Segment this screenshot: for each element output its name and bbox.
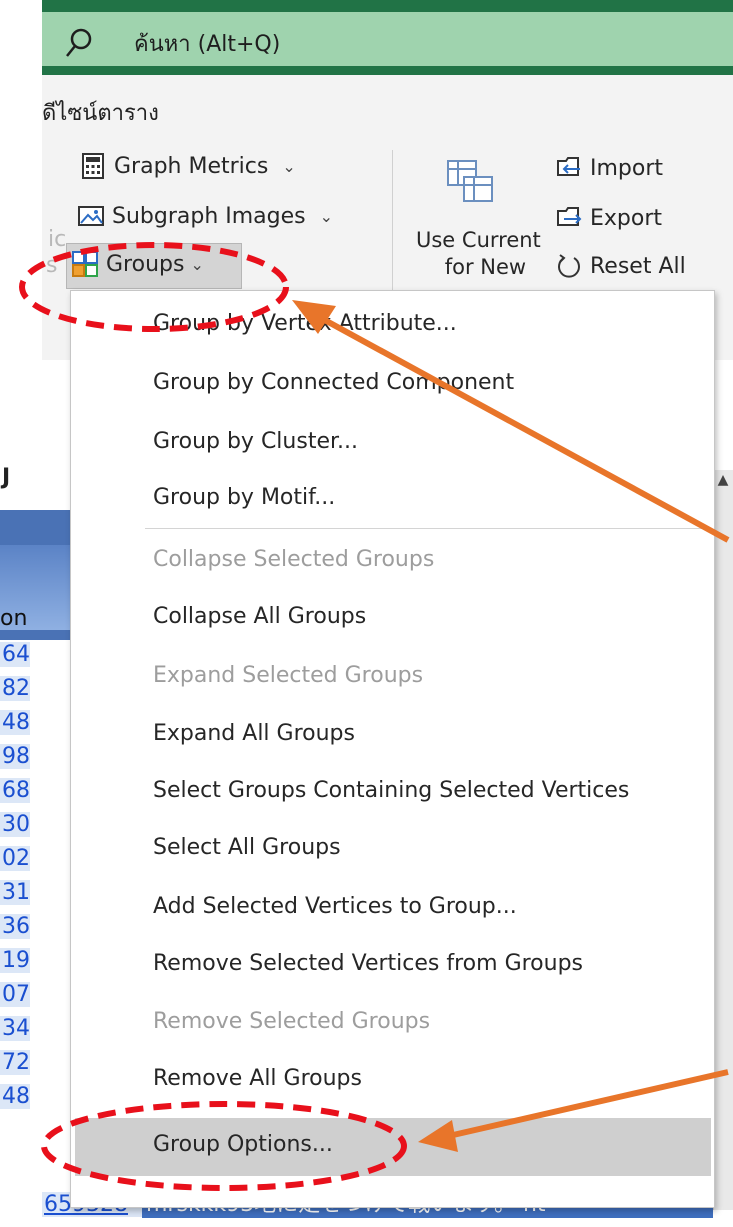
use-current-icon [447, 160, 493, 202]
faded-ribbon-label: s [46, 253, 58, 278]
table-cell[interactable]: 02 [0, 846, 70, 878]
subgraph-images-label: Subgraph Images [112, 203, 306, 229]
table-cell[interactable]: 82 [0, 676, 70, 708]
menu-item-expand-all-groups[interactable]: Expand All Groups [153, 721, 355, 746]
image-icon [78, 206, 104, 226]
table-cell[interactable]: 48 [0, 710, 70, 742]
menu-item-expand-selected-groups: Expand Selected Groups [153, 663, 424, 688]
table-cell[interactable]: 98 [0, 744, 70, 776]
export-icon [557, 207, 582, 226]
scroll-up-icon[interactable]: ▲ [713, 472, 733, 492]
graph-metrics-label: Graph Metrics [114, 153, 269, 179]
groups-label: Groups [106, 251, 185, 277]
table-cell[interactable]: 07 [0, 982, 70, 1014]
table-cell[interactable]: 19 [0, 948, 70, 980]
menu-item-group-by-motif[interactable]: Group by Motif... [153, 485, 335, 510]
cell-value: 36 [0, 914, 30, 939]
faded-ribbon-label: ic [48, 227, 67, 252]
export-button[interactable]: Export [556, 205, 662, 231]
cell-value: 30 [0, 812, 30, 837]
tab-table-design[interactable]: ดีไซน์ตาราง [42, 95, 159, 130]
chevron-down-icon: ⌄ [319, 206, 334, 226]
cell-value: 07 [0, 982, 30, 1007]
search-icon [66, 28, 92, 57]
menu-item-add-selected-vertices-to-group[interactable]: Add Selected Vertices to Group... [153, 894, 517, 919]
menu-item-group-by-connected-component[interactable]: Group by Connected Component [153, 370, 514, 395]
menu-item-remove-all-groups[interactable]: Remove All Groups [153, 1066, 362, 1091]
use-current-label-2: for New [444, 255, 527, 279]
table-cell[interactable]: 68 [0, 778, 70, 810]
chevron-down-icon: ⌄ [282, 156, 296, 176]
reset-all-label: Reset All [590, 253, 686, 279]
ribbon-group-separator [392, 150, 393, 290]
use-current-button[interactable]: Use Current for New [416, 227, 541, 281]
cell-value: 19 [0, 948, 30, 973]
groups-dropdown-menu: Group by Vertex Attribute... Group by Co… [70, 290, 715, 1208]
menu-item-collapse-selected-groups: Collapse Selected Groups [153, 547, 435, 572]
menu-item-group-options[interactable]: Group Options... [153, 1132, 333, 1157]
title-bar-divider [42, 66, 733, 75]
menu-item-remove-selected-vertices-from-groups[interactable]: Remove Selected Vertices from Groups [153, 951, 583, 976]
menu-item-collapse-all-groups[interactable]: Collapse All Groups [153, 604, 366, 629]
cell-value: 02 [0, 846, 30, 871]
table-cell[interactable]: 31 [0, 880, 70, 912]
cell-value: 68 [0, 778, 30, 803]
menu-item-group-by-vertex-attribute[interactable]: Group by Vertex Attribute... [153, 311, 457, 336]
calculator-icon [82, 153, 104, 179]
vertical-scrollbar[interactable] [713, 470, 733, 1210]
groups-button[interactable]: Groups ⌄ [72, 251, 204, 277]
menu-separator [145, 528, 705, 529]
table-header-text: on [0, 606, 28, 631]
groups-icon [72, 251, 98, 277]
reset-icon [558, 254, 580, 278]
cell-value: 48 [0, 710, 30, 735]
subgraph-images-button[interactable]: Subgraph Images ⌄ [78, 203, 333, 229]
cell-value: 64 [0, 642, 30, 667]
cell-value: 82 [0, 676, 30, 701]
menu-item-select-groups-containing-selected-vertices[interactable]: Select Groups Containing Selected Vertic… [153, 778, 629, 803]
cell-value: 72 [0, 1050, 30, 1075]
reset-all-button[interactable]: Reset All [556, 253, 686, 279]
table-cell[interactable]: 72 [0, 1050, 70, 1082]
menu-item-group-by-cluster[interactable]: Group by Cluster... [153, 429, 358, 454]
menu-item-select-all-groups[interactable]: Select All Groups [153, 835, 341, 860]
search-bar[interactable]: ค้นหา (Alt+Q) [42, 0, 733, 74]
table-cell[interactable]: 48 [0, 1084, 70, 1116]
import-icon [557, 157, 580, 176]
cell-value: 48 [0, 1084, 30, 1109]
table-cell[interactable]: 36 [0, 914, 70, 946]
menu-item-remove-selected-groups: Remove Selected Groups [153, 1009, 431, 1034]
cell-value: 31 [0, 880, 30, 905]
export-label: Export [590, 205, 663, 231]
cell-value: 98 [0, 744, 30, 769]
table-cell[interactable]: 34 [0, 1016, 70, 1048]
cell-value: 34 [0, 1016, 30, 1041]
import-label: Import [590, 155, 664, 181]
graph-metrics-button[interactable]: Graph Metrics ⌄ [80, 153, 296, 179]
table-cell[interactable]: 30 [0, 812, 70, 844]
table-cell[interactable]: 64 [0, 642, 70, 674]
import-button[interactable]: Import [556, 155, 663, 181]
column-header[interactable]: J [0, 465, 70, 509]
search-placeholder[interactable]: ค้นหา (Alt+Q) [134, 26, 280, 61]
use-current-label-1: Use Current [416, 228, 541, 252]
chevron-down-icon: ⌄ [190, 254, 204, 274]
